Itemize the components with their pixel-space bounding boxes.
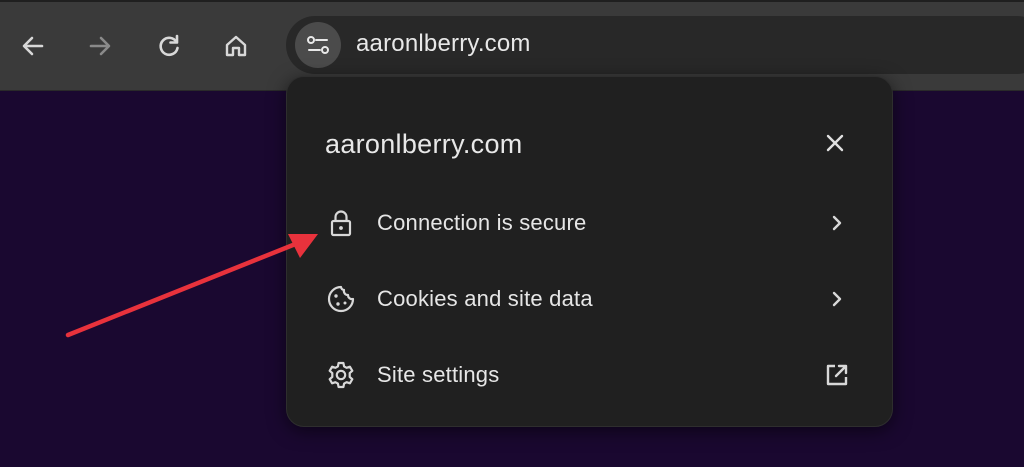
chevron-right-icon (821, 283, 853, 315)
reload-button[interactable] (149, 26, 189, 66)
home-button[interactable] (216, 26, 256, 66)
back-arrow-icon (22, 36, 44, 56)
cookie-icon (325, 283, 357, 315)
popup-title: aaronlberry.com (325, 129, 523, 159)
back-button[interactable] (13, 26, 53, 66)
close-button[interactable] (817, 125, 853, 161)
site-settings-item[interactable]: Site settings (307, 343, 877, 407)
site-info-button[interactable] (295, 22, 341, 68)
tune-icon (307, 36, 329, 54)
site-info-popup: aaronlberry.com Connection is secure Coo… (286, 76, 893, 427)
gear-icon (325, 359, 357, 391)
tab-strip-edge (0, 0, 1024, 2)
reload-icon (159, 34, 179, 57)
forward-button[interactable] (80, 26, 120, 66)
forward-arrow-icon (89, 36, 111, 56)
open-external-icon (821, 359, 853, 391)
lock-icon (325, 207, 357, 239)
address-bar-url[interactable]: aaronlberry.com (356, 30, 531, 58)
connection-secure-label: Connection is secure (377, 210, 587, 235)
site-settings-label: Site settings (377, 362, 500, 387)
cookies-site-data-item[interactable]: Cookies and site data (307, 267, 877, 331)
cookies-site-data-label: Cookies and site data (377, 286, 593, 311)
chevron-right-icon (821, 207, 853, 239)
close-icon (826, 134, 844, 152)
connection-secure-item[interactable]: Connection is secure (307, 191, 877, 255)
home-icon (225, 35, 247, 57)
